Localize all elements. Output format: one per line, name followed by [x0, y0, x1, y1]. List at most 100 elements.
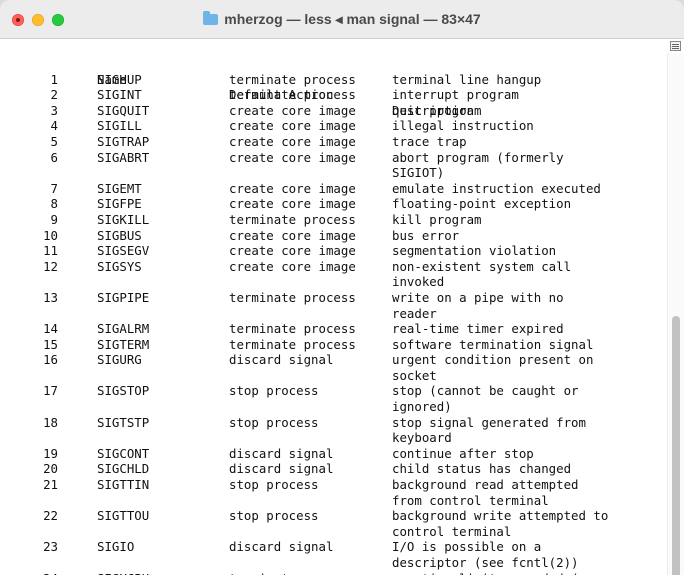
signal-number: 12	[43, 258, 58, 274]
table-row-continuation: ignored)	[0, 399, 660, 415]
signal-description: illegal instruction	[392, 118, 534, 134]
signal-number: 5	[50, 133, 58, 149]
table-row: 6 SIGABRT create core image abort program (…	[0, 150, 660, 166]
default-action: terminate process	[229, 87, 356, 103]
signal-description: background read attempted	[392, 477, 579, 493]
table-row: 24 SIGXCPU terminate process cpu time limit…	[0, 571, 660, 575]
signal-description: bus error	[392, 227, 460, 243]
signal-description: real-time timer expired	[392, 321, 564, 337]
default-action: terminate process	[229, 321, 356, 337]
table-row: 20 SIGCHLD discard signal child status has …	[0, 461, 660, 477]
signal-name: SIGTRAP	[97, 133, 150, 149]
signal-number: 20	[43, 461, 58, 477]
signal-description: child status has changed	[392, 461, 572, 477]
signal-number: 3	[50, 102, 58, 118]
signal-name: SIGFPE	[97, 196, 142, 212]
signal-description: invoked	[392, 274, 445, 290]
terminal-window: mherzog — less ◂ man signal — 83×47 Name…	[0, 0, 684, 575]
signal-description: interrupt program	[392, 87, 519, 103]
signal-description: background write attempted to	[392, 508, 609, 524]
signal-description: control terminal	[392, 523, 512, 539]
signal-number: 15	[43, 336, 58, 352]
default-action: stop process	[229, 477, 319, 493]
signal-name: SIGABRT	[97, 149, 150, 165]
default-action: create core image	[229, 149, 356, 165]
signal-description: from control terminal	[392, 492, 549, 508]
default-action: terminate process	[229, 336, 356, 352]
signal-number: 13	[43, 289, 58, 305]
signal-name: SIGHUP	[97, 71, 142, 87]
signal-name: SIGILL	[97, 118, 142, 134]
signal-name: SIGTTIN	[97, 477, 150, 493]
table-row: 3 SIGQUIT create core image quit program	[0, 103, 660, 119]
table-row: 16 SIGURG discard signal urgent condition p…	[0, 352, 660, 368]
title-bar[interactable]: mherzog — less ◂ man signal — 83×47	[0, 0, 684, 39]
signal-description: terminal line hangup	[392, 71, 542, 87]
vertical-scrollbar[interactable]	[667, 53, 684, 575]
signal-description: cpu time limit exceeded (see	[392, 571, 601, 575]
default-action: discard signal	[229, 461, 334, 477]
signal-description: abort program (formerly	[392, 149, 564, 165]
default-action: create core image	[229, 102, 356, 118]
table-row-continuation: invoked	[0, 274, 660, 290]
signal-number: 2	[50, 87, 58, 103]
signal-number: 19	[43, 445, 58, 461]
table-row: 13 SIGPIPE terminate process write on a pip…	[0, 290, 660, 306]
table-row: 2 SIGINT terminate process interrupt progra…	[0, 87, 660, 103]
signal-name: SIGXCPU	[97, 571, 149, 575]
table-row: 4 SIGILL create core image illegal instruct…	[0, 118, 660, 134]
scrollbar-thumb[interactable]	[672, 316, 680, 575]
signal-name: SIGEMT	[97, 180, 142, 196]
default-action: discard signal	[229, 352, 334, 368]
signal-number: 24	[40, 571, 58, 575]
default-action: terminate process	[229, 571, 356, 575]
default-action: terminate process	[229, 211, 356, 227]
default-action: stop process	[229, 508, 319, 524]
signal-name: SIGALRM	[97, 321, 150, 337]
signal-number: 17	[43, 383, 58, 399]
signal-description: emulate instruction executed	[392, 180, 601, 196]
signal-number: 6	[50, 149, 58, 165]
table-row: 7 SIGEMT create core image emulate instruct…	[0, 181, 660, 197]
folder-icon	[203, 11, 219, 25]
signal-description: keyboard	[392, 430, 452, 446]
terminal-content[interactable]: Name Default Action Description 1 SIGHUP t…	[0, 39, 684, 575]
signal-number: 16	[43, 352, 58, 368]
signal-name: SIGTTOU	[97, 508, 150, 524]
default-action: stop process	[229, 383, 319, 399]
signal-number: 4	[50, 118, 58, 134]
table-row-continuation: from control terminal	[0, 493, 660, 509]
table-row: 19 SIGCONT discard signal continue after st…	[0, 446, 660, 462]
default-action: stop process	[229, 414, 319, 430]
signal-name: SIGURG	[97, 352, 142, 368]
signal-name: SIGPIPE	[97, 289, 150, 305]
signal-name: SIGCHLD	[97, 461, 150, 477]
default-action: discard signal	[229, 539, 334, 555]
table-row: 1 SIGHUP terminate process terminal line ha…	[0, 72, 660, 88]
table-header-row: Name Default Action Description	[0, 56, 660, 118]
signal-number: 21	[43, 477, 58, 493]
table-row: 12 SIGSYS create core image non-existent sy…	[0, 259, 660, 275]
signal-number: 8	[50, 196, 58, 212]
signal-name: SIGSYS	[97, 258, 142, 274]
table-row: 8 SIGFPE create core image floating-point e…	[0, 196, 660, 212]
default-action: create core image	[229, 227, 356, 243]
signal-number: 14	[43, 321, 58, 337]
signal-description: SIGIOT)	[392, 165, 445, 181]
signal-description: ignored)	[392, 399, 452, 415]
table-row-continuation: socket	[0, 368, 660, 384]
table-row: 5 SIGTRAP create core image trace trap	[0, 134, 660, 150]
table-row: 14 SIGALRM terminate process real-time time…	[0, 321, 660, 337]
split-pane-icon[interactable]	[670, 41, 681, 51]
window-title-area: mherzog — less ◂ man signal — 83×47	[0, 11, 684, 28]
signal-description: urgent condition present on	[392, 352, 594, 368]
signal-description: segmentation violation	[392, 243, 557, 259]
signal-number: 22	[43, 508, 58, 524]
signal-name: SIGIO	[97, 539, 135, 555]
table-row: 21 SIGTTIN stop process background read att…	[0, 477, 660, 493]
signal-number: 18	[43, 414, 58, 430]
signal-name: SIGQUIT	[97, 102, 150, 118]
table-row: 17 SIGSTOP stop process stop (cannot be cau…	[0, 383, 660, 399]
signal-name: SIGSEGV	[97, 243, 150, 259]
default-action: create core image	[229, 118, 356, 134]
